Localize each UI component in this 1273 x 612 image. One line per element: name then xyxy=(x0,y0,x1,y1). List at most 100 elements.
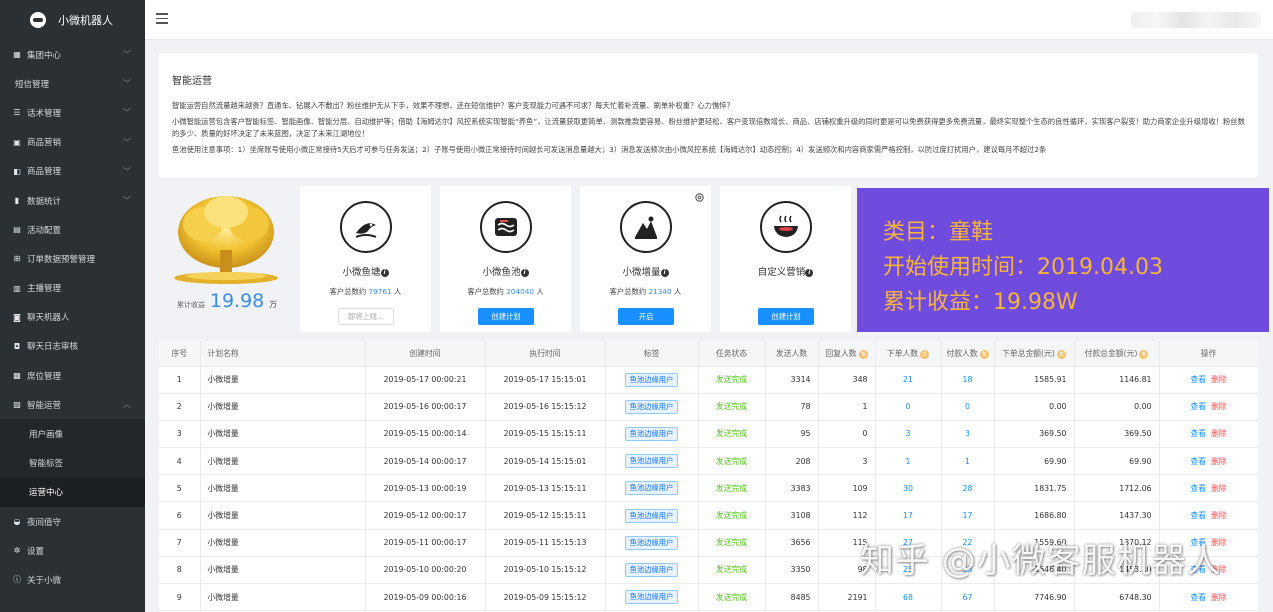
cell-paid[interactable]: 67 xyxy=(941,583,995,612)
cell-created: 2019-05-15 00:00:14 xyxy=(365,420,486,449)
cell-paid_amt: 1712.06 xyxy=(1074,474,1160,503)
delete-link[interactable]: 删除 xyxy=(1211,511,1227,520)
cell-tag: 鱼池边缘用户 xyxy=(605,556,699,585)
cell-name: 小微增量 xyxy=(200,583,366,612)
sidebar-item[interactable]: ⊞ 订单数据预警管理 xyxy=(0,244,145,273)
cell-name: 小微增量 xyxy=(200,501,366,530)
brand[interactable]: 小微机器人 xyxy=(0,0,145,40)
cell-order[interactable]: 68 xyxy=(875,583,942,612)
sidebar-item[interactable]: ◘ 聊天日志审核 xyxy=(0,332,145,361)
view-link[interactable]: 查看 xyxy=(1190,484,1206,493)
sidebar-item[interactable]: ⓘ 关于小微 xyxy=(0,565,145,594)
column-header[interactable]: 付款人数 ⇅ xyxy=(941,341,995,367)
cell-order[interactable]: 1 xyxy=(875,447,942,476)
coming-soon-button[interactable]: 即将上线... xyxy=(338,308,394,325)
column-header[interactable]: 下单人数 ⇅ xyxy=(875,341,942,367)
view-link[interactable]: 查看 xyxy=(1190,457,1206,466)
cell-actions: 查看 删除 xyxy=(1159,393,1258,421)
earnings-card: 累计收益 19.98 万 xyxy=(159,186,292,332)
promo-banner: 类目：童鞋 开始使用时间：2019.04.03 累计收益：19.98W xyxy=(857,188,1269,332)
user-account-blurred[interactable] xyxy=(1131,12,1261,28)
moon-icon: ◒ xyxy=(13,517,21,527)
cell-exec: 2019-05-12 15:15:11 xyxy=(485,501,606,530)
sort-icon[interactable]: ⇅ xyxy=(1139,349,1149,359)
cell-order[interactable]: 21 xyxy=(875,366,942,394)
watermark: 知乎 @小微客服机器人 xyxy=(860,541,1222,581)
sort-icon[interactable]: ⇅ xyxy=(858,349,868,359)
sidebar-item[interactable]: ◙ 聊天机器人 xyxy=(0,303,145,332)
view-link[interactable]: 查看 xyxy=(1190,511,1206,520)
cell-order[interactable]: 17 xyxy=(875,501,942,530)
table-row: 6 小微增量 2019-05-12 00:00:17 2019-05-12 15:15… xyxy=(159,501,1258,530)
sidebar-item[interactable]: ☰ 话术管理 ﹀ xyxy=(0,98,145,127)
sidebar-item[interactable]: ▥ 主播管理 xyxy=(0,274,145,303)
column-header[interactable]: 付款总金额(元) ⇅ xyxy=(1074,341,1160,367)
cell-paid[interactable]: 17 xyxy=(941,501,995,530)
cell-paid[interactable]: 3 xyxy=(941,420,995,449)
sort-icon[interactable]: ⇅ xyxy=(1056,349,1066,359)
sidebar-item[interactable]: ▨ 智能运营 ︿ xyxy=(0,390,145,419)
sidebar-item[interactable]: ✲ 设置 xyxy=(0,536,145,565)
sidebar-item[interactable]: ◧ 商品管理 ﹀ xyxy=(0,157,145,186)
sidebar-item[interactable]: ◒ 夜间值守 xyxy=(0,507,145,536)
chevron-down-icon: ﹀ xyxy=(123,166,131,176)
sidebar-item[interactable]: ▩ 席位管理 xyxy=(0,361,145,390)
cell-order[interactable]: 30 xyxy=(875,474,942,503)
cell-actions: 查看 删除 xyxy=(1159,501,1258,530)
delete-link[interactable]: 删除 xyxy=(1211,402,1227,411)
column-header[interactable]: 回复人数 ⇅ xyxy=(818,341,876,367)
delete-link[interactable]: 删除 xyxy=(1211,429,1227,438)
enable-button[interactable]: 开启 xyxy=(618,308,674,325)
gear-icon[interactable] xyxy=(694,192,705,203)
sort-icon[interactable]: ⇅ xyxy=(979,349,989,359)
info-icon[interactable]: i xyxy=(660,269,669,277)
cell-no: 7 xyxy=(159,529,201,557)
status-text: 发送完成 xyxy=(715,592,748,602)
cell-reply: 0 xyxy=(818,420,876,449)
sidebar-item[interactable]: 短信管理 ﹀ xyxy=(0,69,145,98)
view-link[interactable]: 查看 xyxy=(1190,593,1206,602)
cell-paid[interactable]: 18 xyxy=(941,366,995,394)
status-text: 发送完成 xyxy=(715,511,748,521)
delete-link[interactable]: 删除 xyxy=(1211,457,1227,466)
sidebar-item-label: 话术管理 xyxy=(27,108,62,119)
table-row: 4 小微增量 2019-05-14 00:00:17 2019-05-14 15:15… xyxy=(159,447,1258,476)
info-icon[interactable]: i xyxy=(805,269,814,277)
sidebar-item[interactable]: ▦ 集团中心 ﹀ xyxy=(0,40,145,69)
sidebar-item[interactable]: 智能标签 xyxy=(0,448,145,478)
cell-paid[interactable]: 28 xyxy=(941,474,995,503)
info-icon[interactable]: i xyxy=(520,269,529,277)
seat-icon: ▩ xyxy=(13,371,21,381)
sidebar-item[interactable]: 运营中心 xyxy=(0,477,145,507)
cell-tag: 鱼池边缘用户 xyxy=(605,366,699,394)
sidebar-item[interactable]: 用户画像 xyxy=(0,419,145,449)
tag-badge: 鱼池边缘用户 xyxy=(624,399,679,414)
cell-paid[interactable]: 0 xyxy=(941,393,995,421)
delete-link[interactable]: 删除 xyxy=(1211,484,1227,493)
sidebar-item-label: 席位管理 xyxy=(27,371,62,382)
view-link[interactable]: 查看 xyxy=(1190,402,1206,411)
cell-created: 2019-05-17 00:00:21 xyxy=(365,366,486,394)
sort-icon[interactable]: ⇅ xyxy=(920,349,930,359)
cell-created: 2019-05-13 00:00:19 xyxy=(365,474,486,503)
tag-badge: 鱼池边缘用户 xyxy=(624,562,679,577)
view-link[interactable]: 查看 xyxy=(1190,375,1206,384)
sidebar-item[interactable]: ▤ 活动配置 xyxy=(0,215,145,244)
cell-order[interactable]: 3 xyxy=(875,420,942,449)
view-link[interactable]: 查看 xyxy=(1190,429,1206,438)
cell-actions: 查看 删除 xyxy=(1159,366,1258,394)
create-plan-button[interactable]: 创建计划 xyxy=(478,308,534,325)
delete-link[interactable]: 删除 xyxy=(1211,593,1227,602)
sidebar-item[interactable]: ▣ 商品营销 ﹀ xyxy=(0,128,145,157)
sidebar-item[interactable]: ▮ 数据统计 ﹀ xyxy=(0,186,145,215)
hamburger-menu-icon[interactable] xyxy=(156,13,168,24)
info-icon[interactable]: i xyxy=(380,269,389,277)
column-header[interactable]: 下单总金额(元) ⇅ xyxy=(994,341,1075,367)
cell-paid_amt: 1146.81 xyxy=(1074,366,1160,394)
tag-badge: 鱼池边缘用户 xyxy=(624,372,679,387)
column-header: 操作 xyxy=(1159,341,1258,367)
create-plan-button[interactable]: 创建计划 xyxy=(758,308,814,325)
cell-order[interactable]: 0 xyxy=(875,393,942,421)
delete-link[interactable]: 删除 xyxy=(1211,375,1227,384)
cell-paid[interactable]: 1 xyxy=(941,447,995,476)
